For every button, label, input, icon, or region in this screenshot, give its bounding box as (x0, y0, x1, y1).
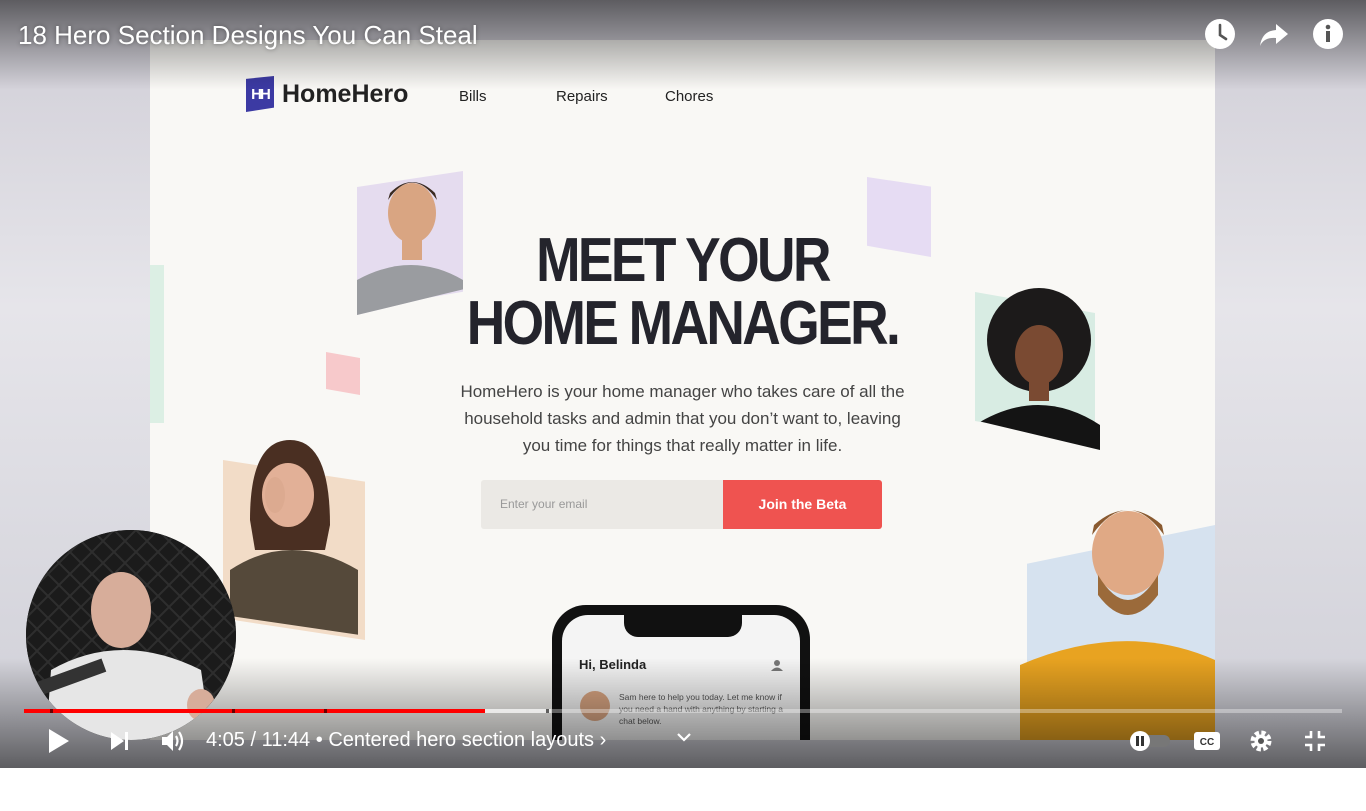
join-beta-button[interactable]: Join the Beta (723, 480, 882, 529)
settings-icon[interactable] (1246, 726, 1276, 756)
photo-man-yellow-shirt (1020, 485, 1215, 740)
progress-played (24, 709, 486, 713)
time-display: 4:05 / 11:44 • Centered hero section lay… (206, 729, 606, 752)
phone-screen: Hi, Belinda Sam here to help you today. … (562, 615, 800, 740)
info-icon[interactable] (1312, 18, 1344, 50)
current-time: 4:05 (206, 729, 245, 751)
play-icon[interactable] (44, 726, 74, 756)
user-icon (771, 658, 783, 676)
chapter-marker (546, 709, 549, 713)
chevron-down-icon[interactable] (674, 727, 694, 747)
deco-shape-pink (326, 352, 360, 395)
chapter-title[interactable]: Centered hero section layouts (328, 729, 594, 751)
video-title[interactable]: 18 Hero Section Designs You Can Steal (18, 20, 478, 51)
homehero-logo-text: HomeHero (282, 79, 409, 108)
chapter-marker (50, 709, 53, 713)
exit-fullscreen-icon[interactable] (1300, 726, 1330, 756)
hero-headline-line2: HOME MANAGER. (466, 289, 901, 358)
phone-notch (624, 615, 742, 637)
hero-headline-line1: MEET YOUR (536, 226, 831, 295)
nav-link-repairs[interactable]: Repairs (556, 88, 608, 105)
homehero-logo-mark: HH (246, 76, 274, 112)
chapter-marker (232, 709, 235, 713)
captions-icon[interactable]: CC (1192, 726, 1222, 756)
chapter-separator: • (310, 729, 329, 751)
photo-woman-laughing (220, 430, 360, 635)
email-input[interactable]: Enter your email (481, 480, 723, 529)
top-actions (1204, 18, 1344, 50)
video-frame: HH HomeHero Bills Repairs Chores MEET YO… (150, 40, 1215, 740)
phone-greeting: Hi, Belinda (579, 657, 647, 672)
nav-link-bills[interactable]: Bills (459, 88, 487, 105)
time-separator: / (244, 729, 262, 751)
progress-bar[interactable] (24, 709, 1342, 713)
svg-text:CC: CC (1200, 737, 1214, 748)
hero-subtext: HomeHero is your home manager who takes … (460, 382, 905, 455)
autoplay-toggle-icon[interactable] (1128, 726, 1172, 756)
chapter-marker (324, 709, 327, 713)
nav-link-chores[interactable]: Chores (665, 88, 713, 105)
homehero-logo[interactable]: HH HomeHero (246, 76, 408, 112)
agent-avatar (580, 691, 610, 721)
next-icon[interactable] (106, 726, 134, 756)
share-icon[interactable] (1258, 18, 1290, 50)
volume-icon[interactable] (158, 726, 188, 756)
duration: 11:44 (261, 729, 311, 751)
chapter-chevron-icon[interactable]: › (594, 729, 607, 751)
video-player[interactable]: HH HomeHero Bills Repairs Chores MEET YO… (0, 0, 1366, 768)
watch-later-icon[interactable] (1204, 18, 1236, 50)
phone-mockup: Hi, Belinda Sam here to help you today. … (552, 605, 810, 740)
deco-shape-mint-left (150, 265, 164, 423)
